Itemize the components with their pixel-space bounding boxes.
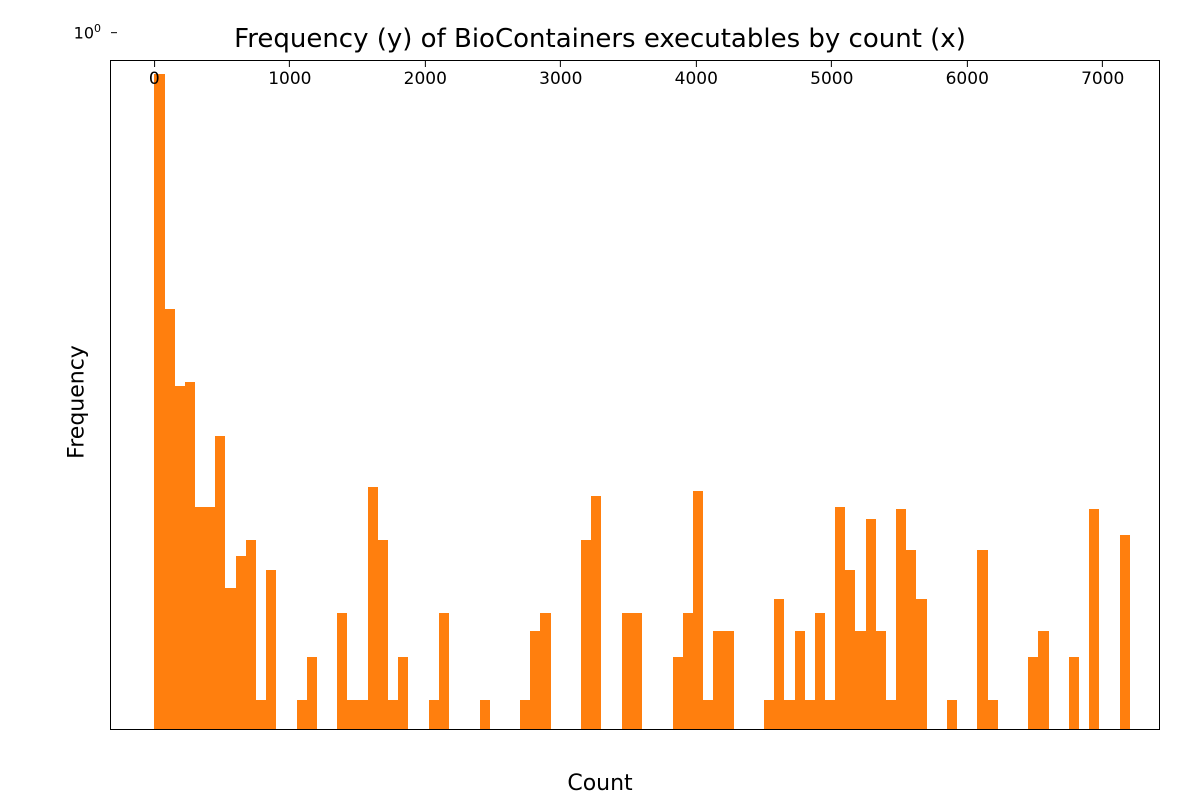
histogram-bar	[896, 509, 906, 729]
histogram-bar	[947, 700, 957, 729]
histogram-bar	[815, 613, 825, 729]
histogram-bar	[1120, 535, 1130, 729]
x-tick-label: 4000	[675, 61, 718, 89]
y-axis-label: Frequency	[64, 345, 89, 459]
histogram-bar	[632, 613, 642, 729]
histogram-bar	[307, 657, 317, 729]
histogram-bar	[703, 700, 713, 729]
histogram-bar	[297, 700, 307, 729]
histogram-bar	[540, 613, 550, 729]
x-tick-label: 2000	[404, 61, 447, 89]
histogram-bar	[236, 556, 246, 729]
y-tick-label: 100	[74, 22, 111, 42]
histogram-bar	[723, 631, 733, 729]
histogram-bar	[195, 507, 205, 729]
histogram-bar	[225, 588, 235, 729]
histogram-bar	[1069, 657, 1079, 729]
histogram-bar	[246, 540, 256, 730]
histogram-bar	[439, 613, 449, 729]
histogram-bar	[358, 700, 368, 729]
histogram-bar	[764, 700, 774, 729]
histogram-bar	[591, 496, 601, 729]
bar-container	[111, 61, 1159, 729]
histogram-bar	[378, 540, 388, 730]
x-axis-label: Count	[0, 771, 1200, 796]
x-tick-label: 7000	[1081, 61, 1124, 89]
histogram-bar	[1038, 631, 1048, 729]
histogram-bar	[683, 613, 693, 729]
plot-area: 100101102103104 010002000300040005000600…	[110, 60, 1160, 730]
histogram-bar	[1089, 509, 1099, 729]
histogram-bar	[398, 657, 408, 729]
histogram-chart: Frequency (y) of BioContainers executabl…	[0, 0, 1200, 804]
histogram-bar	[876, 631, 886, 729]
histogram-bar	[154, 74, 164, 729]
histogram-bar	[429, 700, 439, 729]
histogram-bar	[215, 436, 225, 729]
histogram-bar	[977, 550, 987, 729]
histogram-bar	[175, 386, 185, 729]
histogram-bar	[886, 700, 896, 729]
x-tick-label: 1000	[268, 61, 311, 89]
histogram-bar	[825, 700, 835, 729]
histogram-bar	[530, 631, 540, 729]
histogram-bar	[866, 519, 876, 729]
histogram-bar	[388, 700, 398, 729]
histogram-bar	[784, 700, 794, 729]
histogram-bar	[845, 570, 855, 729]
histogram-bar	[693, 491, 703, 729]
histogram-bar	[713, 631, 723, 729]
histogram-bar	[673, 657, 683, 729]
histogram-bar	[256, 700, 266, 729]
histogram-bar	[795, 631, 805, 729]
histogram-bar	[622, 613, 632, 729]
histogram-bar	[266, 570, 276, 729]
x-tick-label: 5000	[810, 61, 853, 89]
histogram-bar	[480, 700, 490, 729]
histogram-bar	[906, 550, 916, 729]
histogram-bar	[916, 599, 926, 729]
histogram-bar	[337, 613, 347, 729]
histogram-bar	[185, 382, 195, 729]
histogram-bar	[581, 540, 591, 730]
histogram-bar	[855, 631, 865, 729]
histogram-bar	[774, 599, 784, 729]
histogram-bar	[805, 700, 815, 729]
histogram-bar	[347, 700, 357, 729]
histogram-bar	[988, 700, 998, 729]
histogram-bar	[368, 487, 378, 729]
x-tick-label: 6000	[946, 61, 989, 89]
histogram-bar	[205, 507, 215, 729]
histogram-bar	[1028, 657, 1038, 729]
chart-title: Frequency (y) of BioContainers executabl…	[0, 24, 1200, 54]
x-tick-label: 0	[149, 61, 160, 89]
histogram-bar	[520, 700, 530, 729]
x-tick-label: 3000	[539, 61, 582, 89]
histogram-bar	[835, 507, 845, 729]
histogram-bar	[165, 309, 175, 729]
